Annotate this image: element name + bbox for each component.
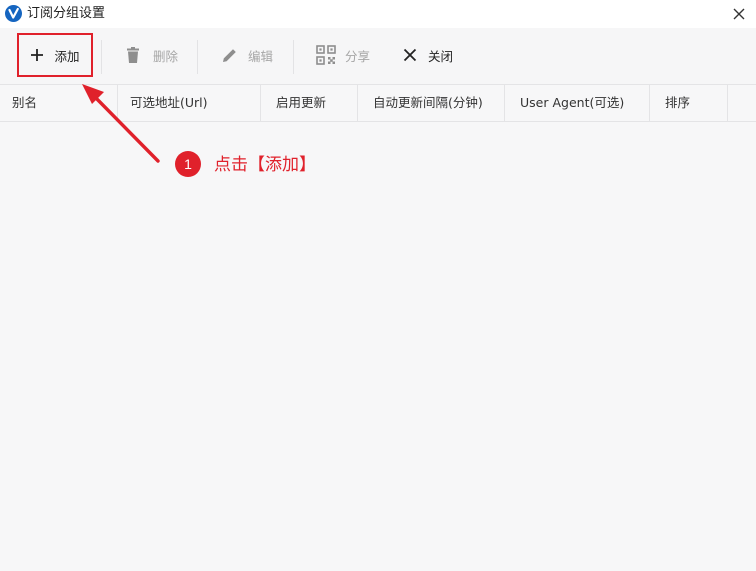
edit-button[interactable]: 编辑 xyxy=(221,32,273,78)
title-bar: 订阅分组设置 xyxy=(0,0,756,28)
close-icon[interactable] xyxy=(728,3,750,25)
plus-icon xyxy=(31,49,44,61)
column-header-sort[interactable]: 排序 xyxy=(650,85,728,121)
step-number-badge: 1 xyxy=(175,151,201,177)
subscription-group-settings-window: 订阅分组设置 添加 删除 编辑 分享 关闭 别名 可选地址(Url) 启用更新 … xyxy=(0,0,756,571)
step-instruction-text: 点击【添加】 xyxy=(214,155,316,175)
share-button-label: 分享 xyxy=(345,48,371,64)
column-header-update-interval[interactable]: 自动更新间隔(分钟) xyxy=(358,85,505,121)
close-button-label: 关闭 xyxy=(428,48,454,64)
column-header-alias[interactable]: 别名 xyxy=(0,85,118,121)
app-logo-icon xyxy=(5,5,22,22)
column-header-user-agent[interactable]: User Agent(可选) xyxy=(505,85,650,121)
trash-icon xyxy=(127,47,139,63)
add-button-label: 添加 xyxy=(54,48,80,64)
x-icon xyxy=(403,48,417,62)
column-header-enable-update[interactable]: 启用更新 xyxy=(261,85,358,121)
edit-button-label: 编辑 xyxy=(248,48,274,64)
close-button[interactable]: 关闭 xyxy=(403,32,453,78)
column-header-url[interactable]: 可选地址(Url) xyxy=(118,85,261,121)
toolbar-divider xyxy=(197,40,198,74)
delete-button-label: 删除 xyxy=(153,48,179,64)
pencil-icon xyxy=(223,48,236,62)
table-header: 别名 可选地址(Url) 启用更新 自动更新间隔(分钟) User Agent(… xyxy=(0,84,756,122)
share-button[interactable]: 分享 xyxy=(316,32,370,78)
delete-button[interactable]: 删除 xyxy=(126,32,178,78)
toolbar-divider xyxy=(101,40,102,74)
qrcode-icon xyxy=(316,45,336,65)
table-body xyxy=(0,122,756,571)
window-title: 订阅分组设置 xyxy=(27,6,106,21)
add-button[interactable]: 添加 xyxy=(17,33,93,77)
toolbar-divider xyxy=(293,40,294,74)
toolbar: 添加 删除 编辑 分享 关闭 xyxy=(0,28,756,84)
